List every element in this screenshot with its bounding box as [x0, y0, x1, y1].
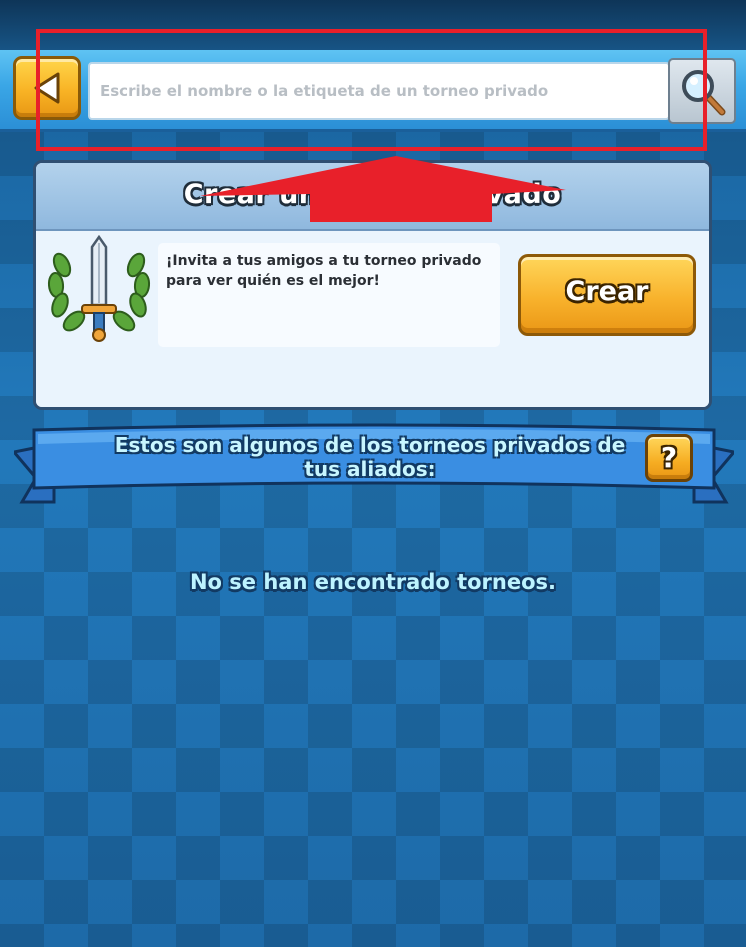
- help-button[interactable]: ?: [645, 434, 693, 482]
- back-arrow-icon: [34, 72, 60, 104]
- search-button[interactable]: [668, 58, 736, 124]
- create-panel-header: Crear un torneo privado: [36, 163, 709, 231]
- magnifying-glass-icon: [682, 70, 726, 116]
- search-input[interactable]: [88, 62, 670, 120]
- create-button[interactable]: Crear: [518, 254, 696, 336]
- question-mark-icon: ?: [660, 441, 678, 474]
- top-shade: [0, 0, 746, 50]
- create-tournament-panel: Crear un torneo privado ¡Invita a tus am…: [33, 160, 712, 410]
- empty-state-message: No se han encontrado torneos.: [189, 570, 557, 594]
- create-panel-title: Crear un torneo privado: [183, 179, 562, 210]
- sword-laurel-icon: [47, 235, 151, 342]
- allies-banner-text: Estos son algunos de los torneos privado…: [114, 433, 626, 481]
- back-button[interactable]: [13, 56, 81, 120]
- invite-description: ¡Invita a tus amigos a tu torneo privado…: [158, 243, 500, 347]
